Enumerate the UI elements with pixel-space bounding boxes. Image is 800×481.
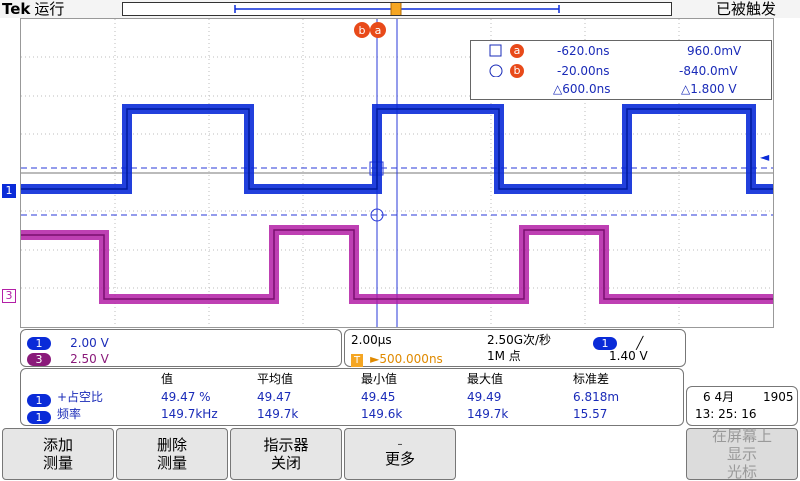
more-label: 更多	[384, 450, 415, 468]
ch3-scale: 2.50 V	[70, 352, 109, 366]
trigger-level-arrow-icon[interactable]: ◄	[760, 151, 769, 163]
vertical-scale-panel[interactable]: 1 2.00 V 3 2.50 V	[20, 329, 342, 367]
meas-row-freq-mean: 149.7k	[257, 407, 299, 421]
trigger-level: 1.40 V	[609, 349, 648, 363]
cursor-a-volt: 960.0mV	[687, 44, 742, 58]
cursor-delta-volt: △1.800 V	[681, 82, 737, 96]
meas-row-freq-badge-wrap: 1	[27, 406, 51, 425]
meas-row-freq-min: 149.6k	[361, 407, 403, 421]
brand-text: Tek	[2, 0, 31, 18]
meas-row-freq-max: 149.7k	[467, 407, 509, 421]
meas-header-max: 最大值	[467, 372, 504, 386]
meas-header-value: 值	[161, 372, 174, 386]
onscreen-cursors-line3: 光标	[726, 463, 757, 481]
ch3-scale-row: 3 2.50 V	[27, 348, 109, 367]
meas-row-duty-mean: 49.47	[257, 390, 292, 404]
sample-rate: 2.50G次/秒	[487, 333, 552, 347]
meas-row-freq-std: 15.57	[573, 407, 608, 421]
meas-row-duty-value: 49.47 %	[161, 390, 211, 404]
circle-cursor-icon	[489, 63, 503, 78]
indicators-line1: 指示器	[263, 436, 309, 454]
trigger-position-icon: T	[351, 354, 363, 367]
cursor-markers[interactable]: b a	[352, 20, 388, 40]
run-status: 运行	[34, 0, 65, 18]
trigger-position: ►500.000ns	[370, 352, 443, 366]
year: 1905	[763, 390, 794, 404]
datetime-panel: 6 4月 1905 13: 25: 16	[686, 386, 798, 426]
meas-row-freq-badge: 1	[27, 411, 51, 424]
meas-row-freq-name: 频率	[57, 407, 82, 421]
time: 13: 25: 16	[695, 407, 757, 421]
meas-header-min: 最小值	[361, 372, 398, 386]
cursor-a-badge-label: a	[513, 44, 521, 57]
onscreen-cursors-line1: 在屏幕上	[711, 427, 772, 445]
remove-measurement-button[interactable]: 删除 测量	[116, 428, 228, 480]
record-view-graphic	[234, 3, 560, 15]
add-measurement-line2: 测量	[42, 454, 73, 472]
trigger-position-row: T ►500.000ns	[351, 348, 443, 367]
cursor-delta-time: △600.0ns	[553, 82, 611, 96]
horizontal-panel[interactable]: 2.00µs 2.50G次/秒 1 ╱ T ►500.000ns 1M 点 1.…	[344, 329, 686, 367]
meas-row-duty-std: 6.818m	[573, 390, 620, 404]
meas-row-freq-value: 149.7kHz	[161, 407, 218, 421]
more-indicator-icon: –	[397, 439, 403, 450]
timebase: 2.00µs	[351, 333, 392, 347]
measurements-panel[interactable]: 值 平均值 最小值 最大值 标准差 1 +占空比 49.47 % 49.47 4…	[20, 368, 684, 426]
cursor-a-time: -620.0ns	[557, 44, 610, 58]
date: 6 4月	[703, 390, 735, 404]
remove-measurement-line1: 删除	[156, 436, 187, 454]
ch3-badge: 3	[27, 353, 51, 366]
record-view-bar[interactable]	[122, 2, 672, 16]
square-cursor-icon	[489, 43, 503, 57]
meas-header-std: 标准差	[573, 372, 610, 386]
cursor-readout: a -620.0ns 960.0mV b -20.00ns -840.0mV △…	[470, 40, 772, 100]
cursor-b-time: -20.00ns	[557, 64, 610, 78]
brand-logo: Tek 运行	[2, 0, 64, 18]
meas-row-duty-name: +占空比	[57, 390, 104, 404]
meas-header-mean: 平均值	[257, 372, 294, 386]
add-measurement-line1: 添加	[42, 436, 73, 454]
indicators-off-button[interactable]: 指示器 关闭	[230, 428, 342, 480]
trigger-status: 已被触发	[715, 0, 776, 18]
add-measurement-button[interactable]: 添加 测量	[2, 428, 114, 480]
ch1-marker[interactable]: 1	[2, 184, 16, 198]
more-button[interactable]: – 更多	[344, 428, 456, 480]
indicators-line2: 关闭	[270, 454, 301, 472]
remove-measurement-line2: 测量	[156, 454, 187, 472]
meas-row-duty-max: 49.49	[467, 390, 502, 404]
record-length: 1M 点	[487, 349, 521, 363]
onscreen-cursors-line2: 显示	[726, 445, 757, 463]
meas-row-duty-min: 49.45	[361, 390, 396, 404]
cursor-a-marker-label: a	[375, 24, 382, 37]
cursor-b-marker-label: b	[359, 24, 366, 37]
onscreen-cursors-button[interactable]: 在屏幕上 显示 光标	[686, 427, 798, 481]
cursor-b-badge-label: b	[513, 64, 521, 77]
cursor-b-volt: -840.0mV	[679, 64, 738, 78]
ch3-marker[interactable]: 3	[2, 289, 16, 303]
